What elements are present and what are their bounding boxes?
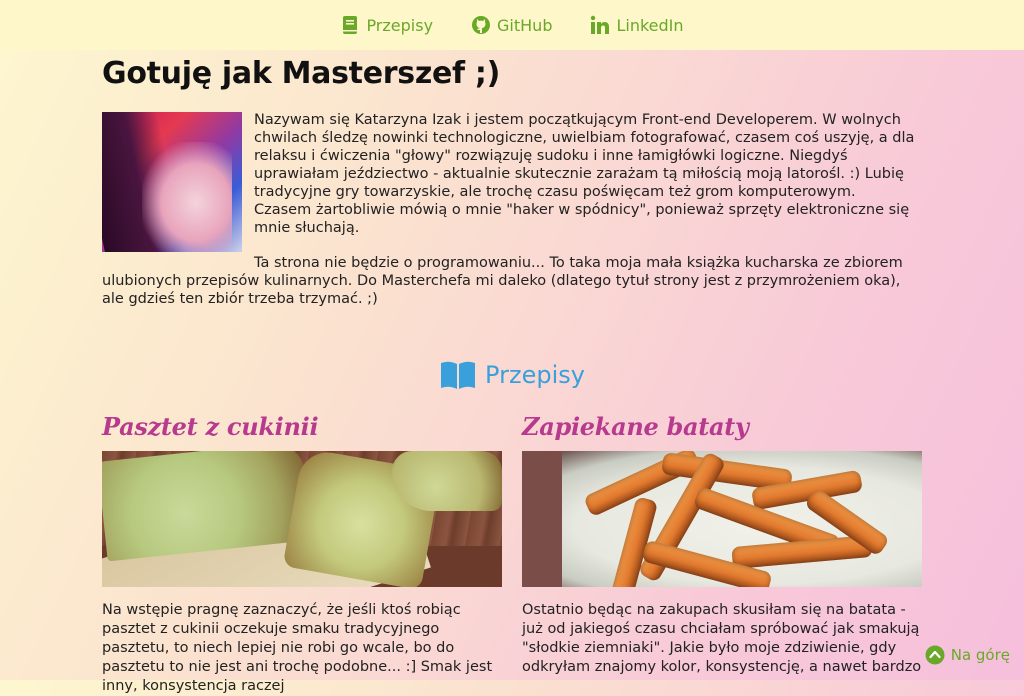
recipe-card: Zapiekane bataty Ostatnio będąc na zakup… [522, 412, 922, 677]
about-section: Nazywam się Katarzyna Izak i jestem pocz… [102, 111, 922, 308]
open-book-icon [441, 361, 476, 389]
arrow-up-circle-icon [925, 645, 945, 665]
back-to-top-label: Na górę [950, 646, 1010, 664]
nav-link-przepisy[interactable]: Przepisy [340, 15, 433, 35]
main-content: Gotuję jak Masterszef ;) Nazywam się Kat… [102, 50, 922, 308]
about-text: Czasem żartobliwie mówią o mnie "haker w… [254, 202, 910, 236]
github-icon [472, 16, 491, 34]
recipe-photo[interactable] [522, 451, 922, 587]
recipe-card: Pasztet z cukinii Na wstępie pragnę zazn… [102, 412, 502, 696]
nav-link-linkedin[interactable]: LinkedIn [590, 15, 684, 35]
nav-link-label: GitHub [497, 15, 553, 35]
page-title: Gotuję jak Masterszef ;) [102, 56, 501, 91]
author-photo [102, 112, 242, 252]
nav-link-label: LinkedIn [616, 15, 684, 35]
recipe-photo[interactable] [102, 451, 502, 587]
about-paragraph: Ta strona nie będzie o programowaniu... … [102, 255, 903, 307]
top-navigation: Przepisy GitHub LinkedIn [0, 0, 1024, 50]
recipes-heading-label: Przepisy [485, 361, 585, 389]
recipe-excerpt: Ostatnio będąc na zakupach skusiłam się … [522, 602, 922, 675]
recipes-heading: Przepisy [0, 360, 1024, 390]
book-icon [343, 16, 358, 34]
linkedin-icon [591, 15, 610, 34]
nav-link-label: Przepisy [366, 15, 434, 35]
back-to-top-button[interactable]: Na górę [925, 645, 1010, 665]
recipe-title-link[interactable]: Zapiekane bataty [522, 412, 922, 441]
nav-link-github[interactable]: GitHub [471, 15, 552, 35]
about-text: Nazywam się Katarzyna Izak i jestem pocz… [254, 112, 915, 200]
recipe-excerpt: Na wstępie pragnę zaznaczyć, że jeśli kt… [102, 602, 493, 694]
recipe-title-link[interactable]: Pasztet z cukinii [102, 412, 502, 441]
